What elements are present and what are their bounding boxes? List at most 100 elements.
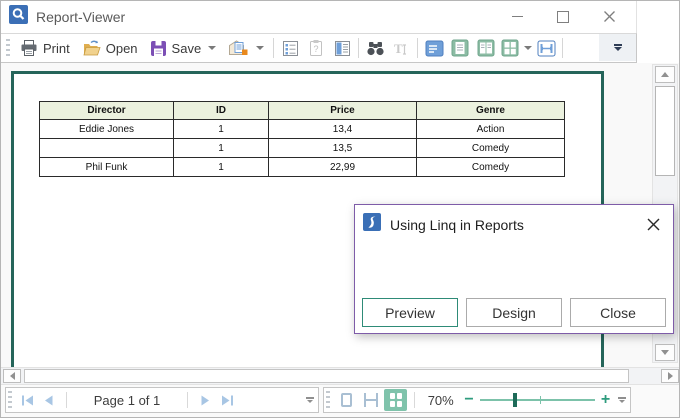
page-width-button[interactable] [533, 35, 559, 61]
toolbar: Print Open Save [1, 33, 637, 63]
multiple-pages-icon [501, 39, 519, 57]
zoom-in-button[interactable]: + [597, 391, 614, 409]
previous-page-button[interactable] [38, 389, 60, 411]
bookmarks-button[interactable] [329, 35, 355, 61]
scroll-left-button[interactable] [3, 369, 21, 383]
send-email-button[interactable] [222, 35, 270, 61]
next-page-button[interactable] [194, 389, 216, 411]
full-screen-button[interactable] [421, 35, 447, 61]
send-email-icon [228, 39, 249, 57]
bookmarks-icon [334, 40, 351, 57]
separator [66, 392, 67, 408]
zoom-slider[interactable] [480, 390, 595, 410]
panel-overflow-icon[interactable] [618, 397, 626, 403]
one-page-view-button[interactable] [447, 35, 473, 61]
open-button[interactable]: Open [76, 35, 144, 61]
arrow-up-icon [661, 72, 669, 77]
table-cell: 22,99 [269, 158, 417, 177]
find-button[interactable] [362, 35, 388, 61]
report-viewer-window: Report-Viewer Print [0, 0, 680, 418]
dialog-buttons: Preview Design Close [355, 298, 673, 327]
page-indicator: Page 1 of 1 [73, 393, 181, 408]
vertical-scroll-thumb[interactable] [655, 86, 675, 176]
table-header-row: Director ID Price Genre [40, 102, 565, 120]
multiple-pages-view-button[interactable] [499, 35, 533, 61]
editor-button[interactable]: T [388, 35, 414, 61]
zoom-slider-thumb[interactable] [513, 393, 517, 407]
chevron-down-icon [524, 46, 532, 50]
maximize-button[interactable] [540, 1, 586, 32]
close-dialog-button[interactable]: Close [570, 298, 666, 327]
panel-grip[interactable] [326, 391, 330, 409]
last-page-button[interactable] [216, 389, 238, 411]
zoom-panel: 70% − + [323, 387, 631, 413]
zoom-slider-track[interactable] [480, 399, 595, 401]
one-page-zoom-icon [341, 393, 352, 407]
two-pages-icon [477, 39, 495, 57]
report-table: Director ID Price Genre Eddie Jones 1 13… [39, 101, 565, 177]
using-linq-dialog: Using Linq in Reports Preview Design Clo… [354, 204, 674, 334]
table-cell: 1 [174, 120, 269, 139]
page-width-zoom-icon [364, 393, 378, 407]
open-label: Open [106, 41, 138, 56]
panel-grip[interactable] [8, 391, 12, 409]
table-row: Eddie Jones 1 13,4 Action [40, 120, 565, 139]
column-header: Price [269, 102, 417, 120]
zoom-one-page-button[interactable] [335, 389, 358, 411]
column-header: Director [40, 102, 174, 120]
close-icon [647, 218, 660, 231]
minimize-icon [512, 16, 523, 17]
scroll-down-button[interactable] [655, 344, 675, 361]
table-cell: Eddie Jones [40, 120, 174, 139]
zoom-page-width-button[interactable] [359, 389, 382, 411]
preview-button[interactable]: Preview [362, 298, 458, 327]
separator [414, 392, 415, 408]
svg-text:T: T [394, 41, 403, 56]
chevron-down-icon [256, 46, 264, 50]
column-header: Genre [417, 102, 565, 120]
print-button[interactable]: Print [14, 35, 76, 61]
clipboard-help-button[interactable]: ? [303, 35, 329, 61]
parameters-button[interactable] [277, 35, 303, 61]
close-button[interactable] [586, 1, 632, 32]
toolbar-separator [417, 38, 418, 58]
table-cell: Comedy [417, 158, 565, 177]
arrow-down-icon [661, 350, 669, 355]
first-page-button[interactable] [16, 389, 38, 411]
full-screen-icon [425, 40, 444, 57]
dialog-header: Using Linq in Reports [355, 205, 673, 236]
table-row: Phil Funk 1 22,99 Comedy [40, 158, 565, 177]
zoom-level-value: 70% [421, 393, 461, 408]
table-cell: Action [417, 120, 565, 139]
column-header: ID [174, 102, 269, 120]
one-page-icon [451, 39, 469, 57]
page-width-icon [537, 40, 556, 57]
panel-overflow-icon[interactable] [306, 397, 314, 403]
design-button[interactable]: Design [466, 298, 562, 327]
toolbar-overflow-icon [614, 44, 622, 51]
status-bar: Page 1 of 1 70% [1, 385, 680, 418]
dialog-title: Using Linq in Reports [390, 217, 524, 233]
arrow-left-icon [10, 372, 15, 380]
maximize-icon [557, 11, 569, 23]
text-editor-icon: T [392, 40, 410, 57]
arrow-right-icon [668, 372, 673, 380]
scroll-right-button[interactable] [661, 369, 679, 383]
zoom-slider-center-tick [540, 396, 541, 404]
two-pages-view-button[interactable] [473, 35, 499, 61]
toolbar-overflow-button[interactable] [599, 34, 636, 61]
save-button[interactable]: Save [144, 35, 223, 61]
horizontal-scrollbar[interactable] [1, 367, 680, 385]
zoom-out-button[interactable]: − [461, 391, 478, 409]
toolbar-grip[interactable] [6, 39, 10, 57]
save-label: Save [172, 41, 202, 56]
svg-text:?: ? [314, 44, 319, 54]
last-page-icon [221, 395, 234, 406]
binoculars-icon [366, 40, 385, 57]
horizontal-scroll-thumb[interactable] [24, 369, 629, 383]
close-icon [604, 11, 615, 22]
scroll-up-button[interactable] [655, 66, 675, 83]
zoom-multiple-pages-button[interactable] [384, 389, 407, 411]
dialog-close-button[interactable] [643, 215, 663, 235]
minimize-button[interactable] [494, 1, 540, 32]
